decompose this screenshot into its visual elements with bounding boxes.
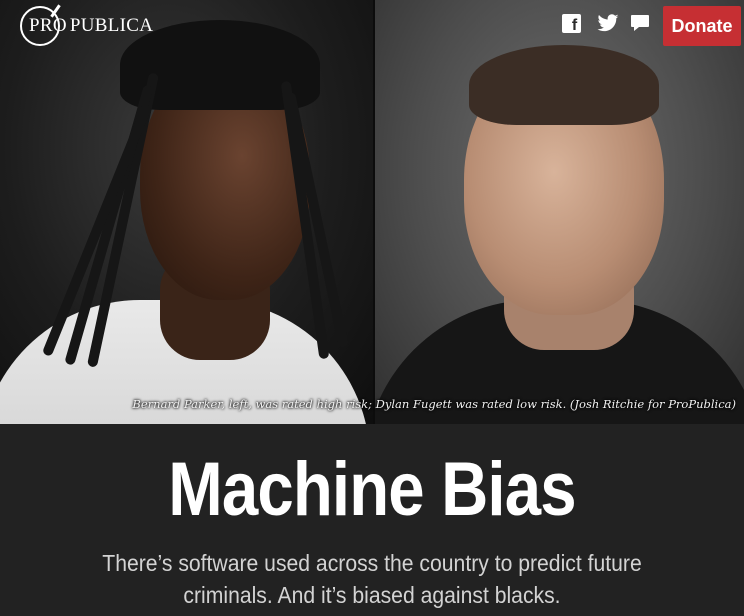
right-hair [469, 45, 659, 125]
photo-divider [373, 0, 375, 424]
twitter-icon[interactable] [596, 14, 620, 33]
article-title: Machine Bias [168, 447, 576, 532]
logo-text-pro: Pro [29, 15, 67, 36]
article-dek: There’s software used across the country… [102, 550, 642, 608]
facebook-icon[interactable]: f [562, 14, 581, 34]
propublica-logo[interactable]: Pro Publica [20, 4, 153, 46]
hero-image: Bernard Parker, left, was rated high ris… [0, 0, 744, 424]
portrait-right [374, 0, 744, 424]
portrait-left [0, 0, 374, 424]
comment-icon[interactable] [630, 14, 650, 33]
logo-text-publica: Publica [69, 15, 154, 36]
donate-button[interactable]: Donate [663, 6, 741, 46]
photo-caption: Bernard Parker, left, was rated high ris… [132, 397, 736, 411]
